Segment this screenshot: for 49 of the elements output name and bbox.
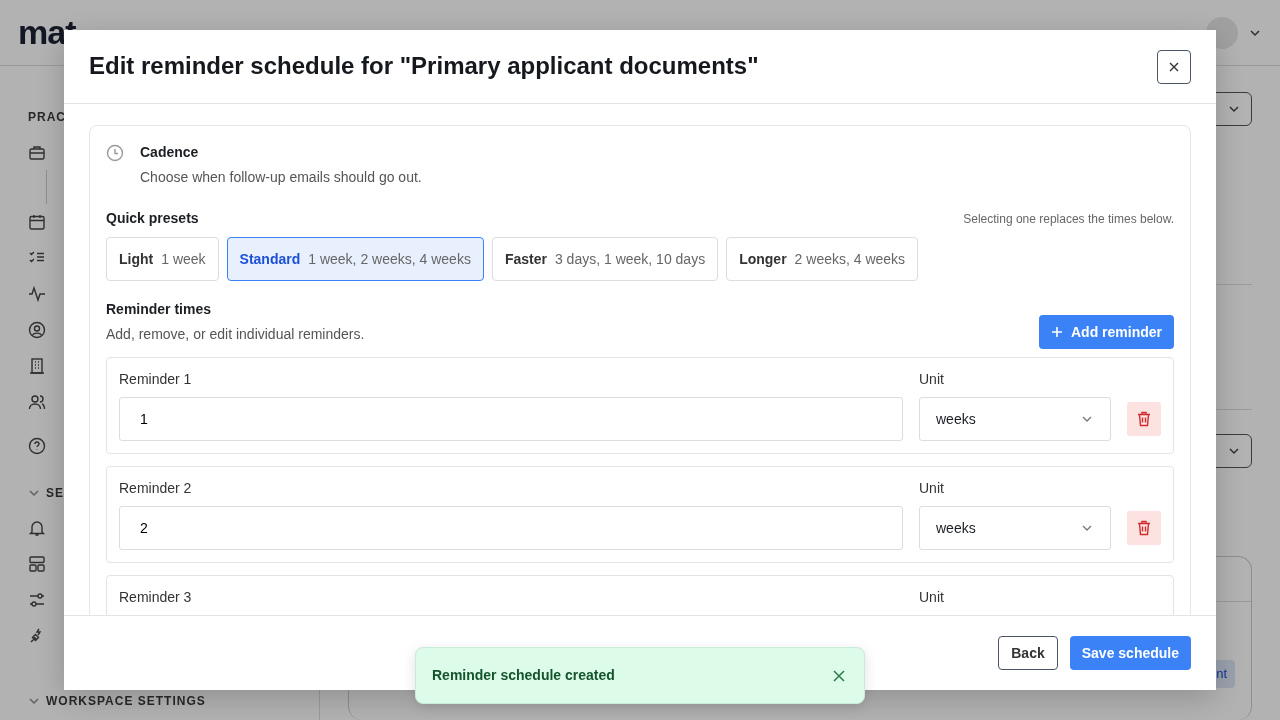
- section-label: SE: [46, 485, 64, 502]
- presets-hint: Selecting one replaces the times below.: [963, 210, 1174, 228]
- section-label: WORKSPACE SETTINGS: [46, 693, 206, 710]
- add-reminder-button[interactable]: Add reminder: [1039, 315, 1174, 349]
- field-label: Reminder 3: [119, 588, 193, 607]
- section-label: PRAC: [28, 109, 66, 126]
- trash-icon: [1137, 520, 1151, 536]
- close-icon: [1168, 60, 1180, 73]
- preset-button[interactable]: Standard 1 week, 2 weeks, 4 weeks: [226, 237, 484, 281]
- number-field[interactable]: 2: [119, 506, 903, 550]
- unit-select[interactable]: weeks: [919, 506, 1111, 550]
- close-icon: [832, 668, 846, 683]
- field-label: Unit: [919, 370, 945, 389]
- chevron-down-icon[interactable]: [28, 695, 40, 707]
- field-label: Reminder 2: [119, 479, 193, 498]
- preset-button[interactable]: Light 1 week: [106, 237, 219, 281]
- building-icon: [28, 357, 46, 375]
- close-button[interactable]: [1157, 49, 1191, 84]
- unit-select[interactable]: weeks: [919, 397, 1111, 441]
- bell-icon: [28, 519, 46, 537]
- delete-button[interactable]: [1127, 402, 1161, 436]
- back-button[interactable]: Back: [998, 636, 1058, 670]
- section-subtitle: Choose when follow-up emails should go out.: [140, 168, 422, 187]
- presets-label: Quick presets: [106, 209, 199, 228]
- field-label: Unit: [919, 588, 945, 607]
- preset-button[interactable]: Longer 2 weeks, 4 weeks: [726, 237, 919, 281]
- field-label: Unit: [919, 479, 945, 498]
- clock-icon: [106, 144, 124, 162]
- users-icon: [28, 393, 46, 411]
- sliders-icon: [28, 591, 46, 609]
- chevron-down-icon[interactable]: [28, 487, 40, 499]
- section-subtitle: Add, remove, or edit individual reminders.: [106, 325, 365, 344]
- field-label: Reminder 1: [119, 370, 193, 389]
- pulse-icon: [28, 285, 46, 303]
- trash-icon: [1137, 411, 1151, 427]
- user-icon: [28, 321, 46, 339]
- plus-icon: [1051, 326, 1063, 338]
- delete-button[interactable]: [1127, 511, 1161, 545]
- section-title: Reminder times: [106, 300, 213, 319]
- save-button[interactable]: Save schedule: [1069, 636, 1191, 670]
- toast-message: Reminder schedule created: [432, 666, 615, 685]
- section-title: Cadence: [140, 143, 200, 162]
- briefcase-icon: [28, 143, 46, 161]
- preset-button[interactable]: Faster 3 days, 1 week, 10 days: [491, 237, 719, 281]
- dialog-title: Edit reminder schedule for "Primary applicant documents": [89, 52, 759, 81]
- number-field[interactable]: 1: [119, 397, 903, 441]
- layout-icon: [28, 555, 46, 573]
- help-icon: [28, 437, 46, 455]
- calendar-icon: [28, 213, 46, 231]
